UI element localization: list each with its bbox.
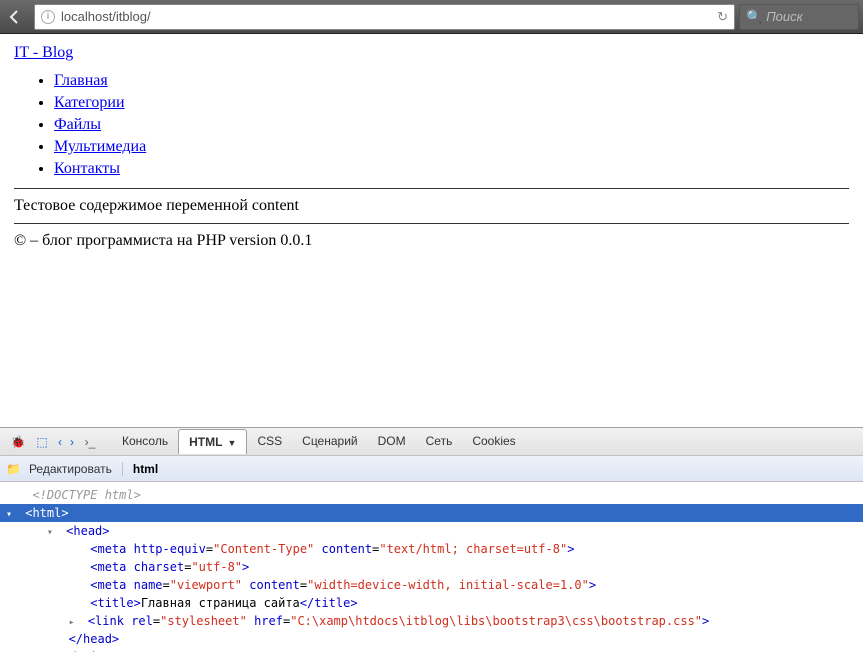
tab-cookies[interactable]: Cookies	[462, 429, 525, 454]
tab-dom[interactable]: DOM	[368, 429, 416, 454]
tab-css[interactable]: CSS	[247, 429, 292, 454]
nav-item: Категории	[54, 94, 849, 112]
devtools-tabs: Консоль HTML ▼ CSS Сценарий DOM Сеть Coo…	[112, 429, 526, 454]
edit-button[interactable]: Редактировать	[29, 462, 123, 476]
toggle-icon[interactable]: ▾	[6, 507, 18, 522]
site-info-icon: i	[41, 10, 55, 24]
code-line: ▸ <link rel="stylesheet" href="C:\xamp\h…	[0, 612, 863, 630]
code-line: <meta charset="utf-8">	[0, 558, 863, 576]
content-text: Тестовое содержимое переменной content	[14, 197, 849, 215]
divider	[14, 223, 849, 224]
tab-script[interactable]: Сценарий	[292, 429, 367, 454]
code-line: <meta http-equiv="Content-Type" content=…	[0, 540, 863, 558]
site-title-link[interactable]: IT - Blog	[14, 44, 73, 61]
nav-item: Файлы	[54, 116, 849, 134]
code-line: ▸ <body>	[0, 648, 863, 652]
nav-link[interactable]: Файлы	[54, 116, 101, 133]
code-line-selected: ▾ <html>	[0, 504, 863, 522]
code-line: <meta name="viewport" content="width=dev…	[0, 576, 863, 594]
nav-link[interactable]: Контакты	[54, 160, 120, 177]
nav-list: Главная Категории Файлы Мультимедиа Конт…	[14, 72, 849, 178]
console-icon[interactable]: ›_	[80, 435, 100, 449]
folder-icon[interactable]: 📁	[6, 462, 21, 476]
code-line: ▾ <head>	[0, 522, 863, 540]
code-pane[interactable]: <!DOCTYPE html> ▾ <html> ▾ <head> <meta …	[0, 482, 863, 652]
reload-button[interactable]: ↻	[717, 9, 728, 25]
nav-link[interactable]: Мультимедиа	[54, 138, 146, 155]
tab-net[interactable]: Сеть	[416, 429, 463, 454]
browser-toolbar: i localhost/itblog/ ↻ 🔍 Поиск	[0, 0, 863, 34]
nav-link[interactable]: Категории	[54, 94, 125, 111]
search-icon: 🔍	[746, 9, 762, 25]
code-line: <!DOCTYPE html>	[0, 486, 863, 504]
toggle-icon[interactable]	[6, 489, 18, 504]
chevron-down-icon: ▼	[228, 438, 237, 448]
tab-html[interactable]: HTML ▼	[178, 429, 247, 454]
devtools-panel: 🐞 ⬚ ‹ › ›_ Консоль HTML ▼ CSS Сценарий D…	[0, 427, 863, 652]
dev-back-icon[interactable]: ‹	[58, 435, 62, 449]
nav-item: Главная	[54, 72, 849, 90]
toggle-icon[interactable]	[6, 525, 18, 540]
nav-item: Контакты	[54, 160, 849, 178]
arrow-left-icon	[6, 8, 24, 26]
search-placeholder: Поиск	[766, 9, 803, 24]
inspect-icon[interactable]: ⬚	[32, 435, 52, 449]
divider	[14, 188, 849, 189]
nav-item: Мультимедиа	[54, 138, 849, 156]
dev-forward-icon[interactable]: ›	[70, 435, 74, 449]
toggle-icon[interactable]: ▾	[47, 525, 59, 540]
url-text: localhost/itblog/	[61, 9, 151, 24]
page-content: IT - Blog Главная Категории Файлы Мульти…	[0, 34, 863, 268]
devtools-subbar: 📁 Редактировать html	[0, 456, 863, 482]
firebug-icon[interactable]: 🐞	[8, 435, 28, 449]
breadcrumb[interactable]: html	[133, 462, 158, 476]
nav-link[interactable]: Главная	[54, 72, 108, 89]
footer-text: © – блог программиста на PHP version 0.0…	[14, 232, 849, 250]
toggle-icon[interactable]: ▸	[69, 615, 81, 630]
code-line: <title>Главная страница сайта</title>	[0, 594, 863, 612]
browser-search[interactable]: 🔍 Поиск	[739, 4, 859, 30]
address-bar[interactable]: i localhost/itblog/ ↻	[34, 4, 735, 30]
tab-html-label: HTML	[189, 435, 222, 449]
devtools-toolbar: 🐞 ⬚ ‹ › ›_ Консоль HTML ▼ CSS Сценарий D…	[0, 428, 863, 456]
back-button[interactable]	[0, 4, 30, 30]
code-line: </head>	[0, 630, 863, 648]
tab-console[interactable]: Консоль	[112, 429, 178, 454]
